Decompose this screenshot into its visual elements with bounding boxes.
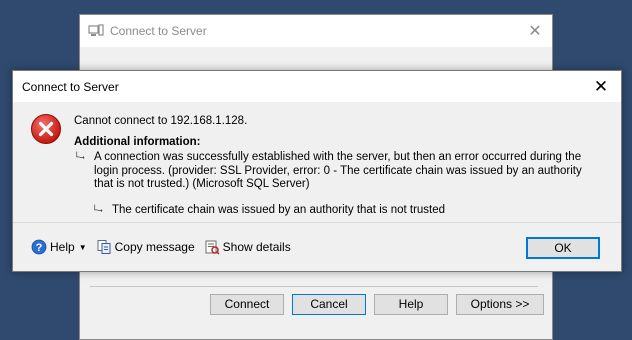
- help-button[interactable]: Help: [374, 294, 448, 315]
- help-label: Help: [50, 240, 75, 254]
- error-close-button[interactable]: ✕: [581, 77, 621, 97]
- error-icon: [30, 113, 62, 145]
- inner-error-row: └→ The certificate chain was issued by a…: [92, 204, 604, 218]
- background-button-row: Connect Cancel Help Options >>: [210, 294, 544, 315]
- options-button[interactable]: Options >>: [456, 294, 544, 315]
- details-icon: [205, 240, 220, 255]
- error-body: Cannot connect to 192.168.1.128. Additio…: [13, 102, 621, 219]
- help-dropdown[interactable]: ? Help ▼: [31, 239, 87, 255]
- show-details-button[interactable]: Show details: [204, 239, 291, 255]
- chevron-down-icon: ▼: [78, 242, 87, 252]
- error-detail-text: A connection was successfully establishe…: [94, 151, 582, 190]
- additional-info-heading: Additional information:: [74, 136, 201, 148]
- background-close-button[interactable]: ✕: [518, 21, 552, 41]
- svg-text:?: ?: [36, 242, 43, 254]
- connect-button[interactable]: Connect: [210, 294, 284, 315]
- show-details-label: Show details: [222, 240, 291, 254]
- copy-message-button[interactable]: Copy message: [96, 239, 195, 255]
- error-titlebar: Connect to Server ✕: [13, 71, 621, 102]
- copy-icon: [97, 240, 111, 254]
- error-dialog: Connect to Server ✕ Cannot connect to 19…: [12, 70, 622, 272]
- ok-button[interactable]: OK: [526, 237, 600, 259]
- error-content: Cannot connect to 192.168.1.128. Additio…: [74, 115, 604, 217]
- inner-error-text: The certificate chain was issued by an a…: [112, 203, 446, 216]
- error-message: Cannot connect to 192.168.1.128.: [74, 115, 248, 127]
- error-footer: ? Help ▼ Copy message Show details OK: [13, 222, 621, 271]
- error-dialog-title: Connect to Server: [22, 79, 119, 94]
- background-titlebar: Connect to Server ✕: [80, 15, 552, 47]
- cancel-button[interactable]: Cancel: [292, 294, 366, 315]
- server-connect-icon: [88, 23, 104, 39]
- nested-arrow-icon: └→: [92, 205, 103, 216]
- nested-arrow-icon: └→: [74, 153, 85, 163]
- help-icon: ?: [31, 239, 47, 255]
- background-title: Connect to Server: [110, 24, 207, 38]
- copy-message-label: Copy message: [114, 240, 195, 254]
- error-detail-row: └→ A connection was successfully establi…: [74, 151, 604, 192]
- background-separator: [90, 286, 538, 287]
